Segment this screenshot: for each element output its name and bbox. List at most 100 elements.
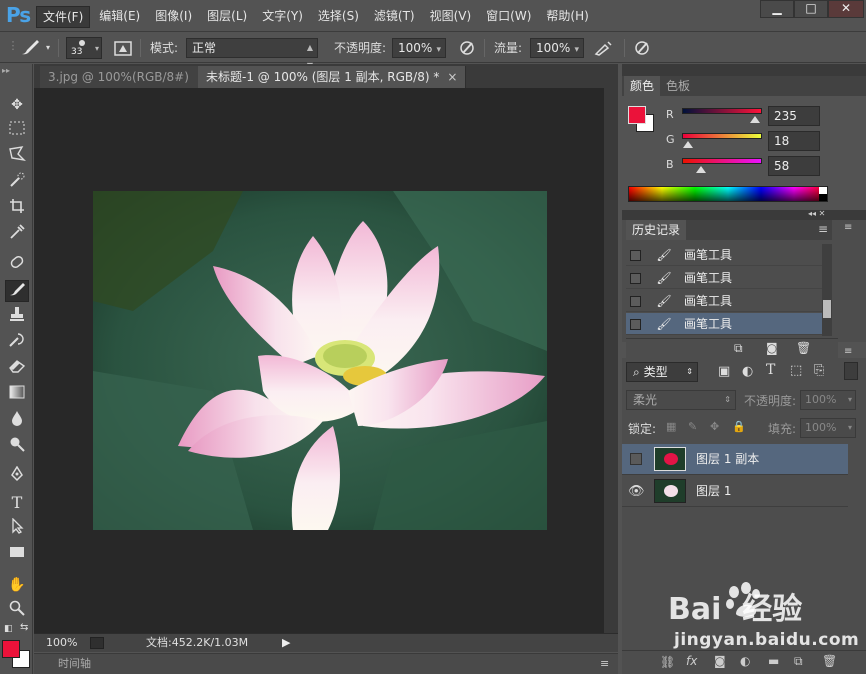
blue-slider-thumb[interactable] xyxy=(696,166,706,173)
menu-image[interactable]: 图像(I) xyxy=(149,6,198,28)
layer-blend-mode-select[interactable]: 柔光 ⇕ xyxy=(626,390,736,410)
filter-toggle[interactable] xyxy=(844,362,858,380)
menu-edit[interactable]: 编辑(E) xyxy=(93,6,146,28)
close-window-button[interactable]: ✕ xyxy=(828,0,864,18)
lock-image-icon[interactable]: ✎ xyxy=(688,420,697,433)
history-snapshot-checkbox[interactable] xyxy=(630,273,641,284)
menu-layer[interactable]: 图层(L) xyxy=(201,6,253,28)
red-slider-thumb[interactable] xyxy=(750,116,760,123)
layer-name[interactable]: 图层 1 副本 xyxy=(696,444,759,475)
tab-3-jpg[interactable]: 3.jpg @ 100%(RGB/8#)× xyxy=(40,66,216,88)
pressure-size-icon[interactable] xyxy=(630,39,654,59)
filter-smart-object-icon[interactable]: ⎘ xyxy=(814,363,824,378)
new-document-from-state-icon[interactable]: ⧉ xyxy=(734,341,743,356)
tab-color[interactable]: 颜色 xyxy=(624,76,661,96)
red-value[interactable]: 235 xyxy=(768,106,820,126)
menu-window[interactable]: 窗口(W) xyxy=(480,6,537,28)
history-scrollbar[interactable] xyxy=(822,244,832,336)
tab-swatches[interactable]: 色板 xyxy=(660,76,696,96)
status-arrow-icon[interactable]: ▶ xyxy=(282,634,290,652)
lotus-photo[interactable] xyxy=(93,191,547,530)
default-colors-icon[interactable]: ◧ xyxy=(4,624,13,634)
brush-preset-icon[interactable] xyxy=(18,37,42,59)
clone-stamp-tool-icon[interactable] xyxy=(5,306,29,328)
vertical-scrollbar[interactable] xyxy=(604,88,618,633)
swap-colors-icon[interactable]: ⇆ xyxy=(20,622,28,633)
history-snapshot-checkbox[interactable] xyxy=(630,319,641,330)
eraser-tool-icon[interactable] xyxy=(5,358,29,380)
minimize-button[interactable]: ▁ xyxy=(760,0,794,18)
menu-file[interactable]: 文件(F) xyxy=(36,6,91,28)
lock-position-icon[interactable]: ✥ xyxy=(710,420,719,433)
marquee-tool-icon[interactable] xyxy=(5,120,29,142)
lock-all-icon[interactable]: 🔒 xyxy=(732,420,746,433)
layer-thumbnail[interactable] xyxy=(654,447,686,471)
eye-icon[interactable]: 👁 xyxy=(628,476,645,507)
layer-filter-select[interactable]: ⌕ 类型 ⇕ xyxy=(626,362,698,382)
quick-selection-tool-icon[interactable] xyxy=(5,172,29,194)
layer-opacity-input[interactable]: 100% ▾ xyxy=(800,390,856,410)
timeline-label[interactable]: 时间轴 xyxy=(58,654,91,674)
filter-adjustment-icon[interactable]: ◐ xyxy=(742,364,753,379)
eyedropper-tool-icon[interactable] xyxy=(5,224,29,246)
history-item[interactable]: 🖌 画笔工具 xyxy=(626,290,822,312)
chevron-down-icon[interactable]: ▾ xyxy=(44,43,52,53)
close-tab-icon[interactable]: × xyxy=(447,70,457,84)
brush-tool-icon[interactable] xyxy=(5,280,29,302)
green-slider[interactable] xyxy=(682,133,762,139)
zoom-tool-icon[interactable] xyxy=(5,600,29,622)
airbrush-icon[interactable] xyxy=(592,39,616,59)
history-item-selected[interactable]: 🖌 画笔工具 xyxy=(626,313,822,335)
flow-input[interactable]: 100% ▾ xyxy=(530,38,584,58)
camera-icon[interactable]: ◙ xyxy=(766,341,778,355)
zoom-level[interactable]: 100% xyxy=(46,634,77,652)
menu-filter[interactable]: 滤镜(T) xyxy=(368,6,421,28)
layer-row[interactable]: 图层 1 副本 xyxy=(622,444,848,475)
dodge-tool-icon[interactable] xyxy=(5,436,29,458)
menu-select[interactable]: 选择(S) xyxy=(312,6,365,28)
hand-tool-icon[interactable]: ✋ xyxy=(5,574,29,596)
menu-view[interactable]: 视图(V) xyxy=(424,6,478,28)
filter-shape-icon[interactable]: ⬚ xyxy=(790,363,802,378)
foreground-color-swatch[interactable] xyxy=(2,640,20,658)
menu-type[interactable]: 文字(Y) xyxy=(256,6,309,28)
crop-tool-icon[interactable] xyxy=(5,198,29,220)
menu-help[interactable]: 帮助(H) xyxy=(540,6,594,28)
panel-menu-icon[interactable]: ≡ xyxy=(600,654,609,674)
filter-type-icon[interactable]: T xyxy=(766,362,775,378)
layer-name[interactable]: 图层 1 xyxy=(696,476,731,507)
blur-tool-icon[interactable] xyxy=(5,410,29,432)
layer-thumbnail[interactable] xyxy=(654,479,686,503)
tab-history[interactable]: 历史记录 xyxy=(626,220,687,240)
rectangle-tool-icon[interactable] xyxy=(5,544,29,566)
lasso-tool-icon[interactable] xyxy=(5,146,29,168)
tab-untitled-1[interactable]: 未标题-1 @ 100% (图层 1 副本, RGB/8) * × xyxy=(198,66,467,88)
gradient-tool-icon[interactable] xyxy=(5,384,29,406)
healing-brush-tool-icon[interactable] xyxy=(5,254,29,276)
collapse-panel-icon[interactable]: ▸▸ xyxy=(2,66,10,75)
brush-size-picker[interactable]: 33 ▾ xyxy=(66,37,102,59)
pressure-opacity-icon[interactable] xyxy=(456,39,478,59)
trash-icon[interactable]: 🗑 xyxy=(796,341,811,355)
spectrum-white-swatch[interactable] xyxy=(819,187,827,194)
blue-slider[interactable] xyxy=(682,158,762,164)
spectrum-black-swatch[interactable] xyxy=(819,194,827,201)
layer-visibility-toggle[interactable] xyxy=(630,453,642,465)
filter-pixel-icon[interactable]: ▣ xyxy=(718,364,730,379)
lock-transparent-icon[interactable]: ▦ xyxy=(666,420,676,433)
maximize-button[interactable]: □ xyxy=(794,0,828,18)
opacity-input[interactable]: 100% ▾ xyxy=(392,38,446,58)
history-item[interactable]: 🖌 画笔工具 xyxy=(626,244,822,266)
panel-menu-icon[interactable]: ≡ xyxy=(844,346,852,357)
blue-value[interactable]: 58 xyxy=(768,156,820,176)
history-item[interactable]: 🖌 画笔工具 xyxy=(626,267,822,289)
history-snapshot-checkbox[interactable] xyxy=(630,296,641,307)
move-tool-icon[interactable]: ✥ xyxy=(5,94,29,116)
layer-row[interactable]: 👁 图层 1 xyxy=(622,476,848,507)
green-slider-thumb[interactable] xyxy=(683,141,693,148)
color-spectrum-bar[interactable] xyxy=(628,186,828,202)
collapse-panel-icon[interactable]: ◂◂ ✕ xyxy=(808,209,825,218)
panel-menu-icon[interactable]: ≡ xyxy=(818,222,828,236)
green-value[interactable]: 18 xyxy=(768,131,820,151)
scrollbar-thumb[interactable] xyxy=(823,300,831,318)
